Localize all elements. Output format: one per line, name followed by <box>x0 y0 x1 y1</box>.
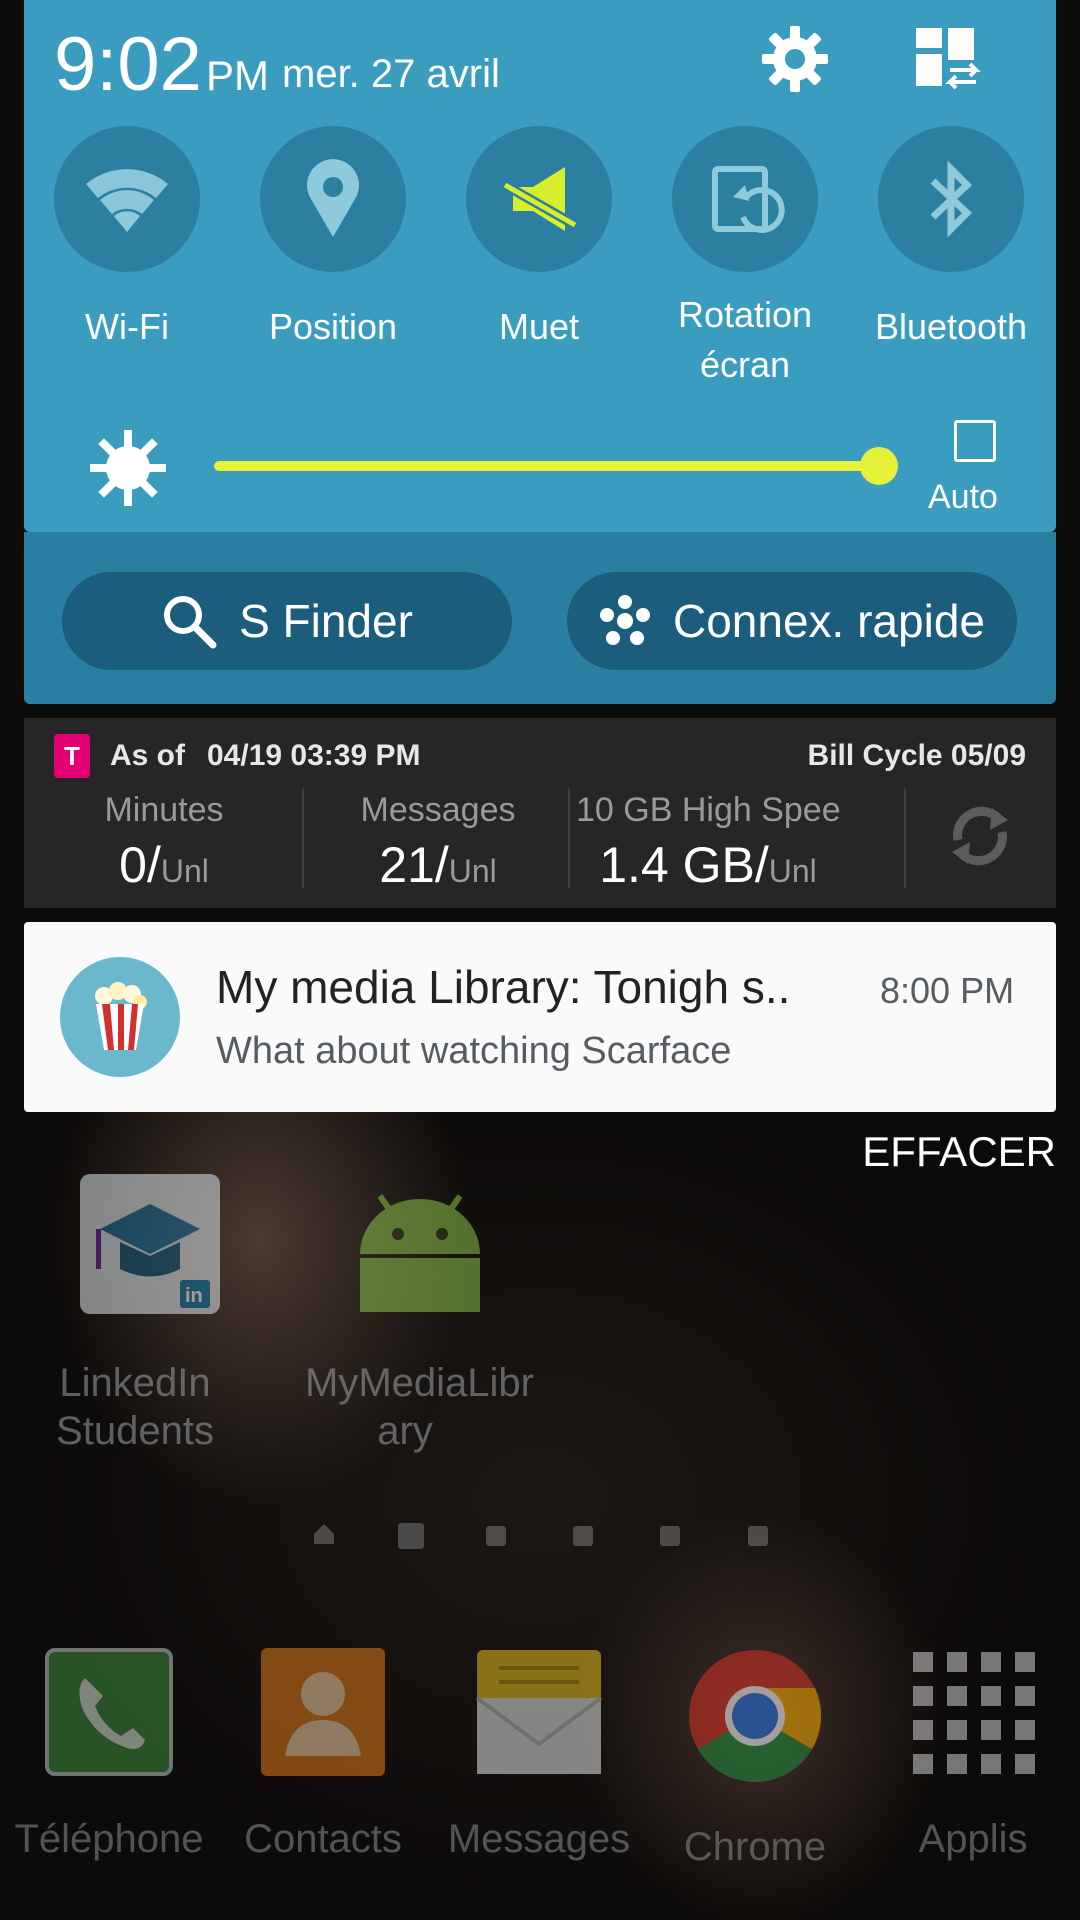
usage-header: T As of 04/19 03:39 PM Bill Cycle 05/09 <box>54 728 1026 784</box>
as-of-label: As of <box>110 739 185 772</box>
page-dot <box>748 1526 768 1546</box>
notification-time: 8:00 PM <box>880 970 1015 1011</box>
dock-messages[interactable]: Messages <box>434 1648 644 1862</box>
as-of-value: 04/19 03:39 PM <box>207 739 421 772</box>
toggle-bluetooth[interactable]: Bluetooth <box>875 126 1027 352</box>
toggle-rotation[interactable]: Rotation écran <box>672 126 818 390</box>
dock-telephone[interactable]: Téléphone <box>4 1648 214 1862</box>
usage-minutes: Minutes 0/Unl <box>32 788 296 904</box>
page-dot <box>573 1526 593 1546</box>
usage-messages: Messages 21/Unl <box>306 788 570 904</box>
dock-label: Applis <box>918 1817 1028 1861</box>
app-mymedialibrary[interactable]: MyMediaLibr ary <box>305 1174 534 1455</box>
toggle-wifi[interactable]: Wi-Fi <box>54 126 200 352</box>
toggle-mute[interactable]: Muet <box>466 126 612 352</box>
usage-widget[interactable]: T As of 04/19 03:39 PM Bill Cycle 05/09 … <box>24 718 1056 908</box>
toggle-label: Wi-Fi <box>85 306 169 347</box>
page-dot <box>660 1526 680 1546</box>
popcorn-icon <box>95 982 147 1050</box>
edit-tiles-icon[interactable] <box>912 24 982 94</box>
toggle-label: Rotation écran <box>645 290 845 390</box>
wifi-icon <box>86 169 168 232</box>
usage-value: 21/ <box>379 837 449 893</box>
notification-app-icon <box>60 957 180 1077</box>
bluetooth-icon <box>930 160 973 238</box>
toggle-label: Muet <box>498 306 580 347</box>
auto-brightness-checkbox[interactable] <box>954 420 996 462</box>
bill-cycle: Bill Cycle 05/09 <box>807 739 1026 772</box>
app-label-line2: ary <box>377 1409 433 1453</box>
usage-value: 1.4 GB/ <box>599 837 769 893</box>
brightness-icon <box>90 430 166 506</box>
usage-label: 10 GB High Spee… <box>576 791 840 829</box>
clear-notifications-button[interactable]: EFFACER <box>862 1128 1056 1176</box>
notification-card[interactable]: My media Library: Tonigh s.. 8:00 PM Wha… <box>24 922 1056 1112</box>
brightness-slider[interactable] <box>214 461 866 471</box>
mute-icon <box>502 167 578 231</box>
quick-connect-label: Connex. rapide <box>673 595 985 647</box>
dock-label: Téléphone <box>14 1817 204 1861</box>
location-pin-icon <box>307 159 359 237</box>
quick-settings-panel: 9:02 PM mer. 27 avril Wi-Fi Position Mue… <box>24 0 1056 532</box>
toggle-label: Bluetooth <box>874 306 1028 347</box>
usage-divider <box>302 788 304 888</box>
auto-brightness-label: Auto <box>928 478 998 516</box>
usage-label: Messages <box>360 791 516 829</box>
linkedin-students-icon: in <box>80 1174 220 1314</box>
usage-divider <box>568 788 570 888</box>
toggle-label-line1: Rotation <box>677 294 813 335</box>
toggle-label-line2: écran <box>699 344 791 385</box>
dock-label: Chrome <box>683 1825 827 1869</box>
home-indicator-icon <box>314 1524 334 1544</box>
tmobile-logo-icon: T <box>54 734 90 778</box>
usage-label: Minutes <box>104 791 224 829</box>
notification-title: My media Library: Tonigh s.. <box>216 961 791 1013</box>
chrome-icon <box>689 1650 822 1782</box>
notification-text: What about watching Scarface <box>216 1030 732 1072</box>
brightness-slider-knob[interactable] <box>860 447 898 485</box>
page-dot <box>398 1523 424 1549</box>
s-finder-label: S Finder <box>239 595 413 647</box>
dock-label: Messages <box>447 1817 631 1861</box>
app-linkedin-students[interactable]: in LinkedIn Students <box>35 1174 235 1455</box>
usage-value: 0/ <box>119 837 161 893</box>
messages-icon <box>475 1650 603 1774</box>
dock-contacts[interactable]: Contacts <box>218 1648 428 1862</box>
screen-rotation-icon <box>712 166 785 233</box>
quick-connect-button[interactable]: Connex. rapide <box>567 572 1017 670</box>
dock-chrome[interactable]: Chrome <box>650 1648 860 1870</box>
usage-unit: Unl <box>768 853 817 889</box>
app-label-line1: MyMediaLibr <box>305 1361 534 1405</box>
apps-grid-icon <box>913 1652 1035 1774</box>
settings-gear-icon[interactable] <box>760 24 830 94</box>
toggle-label: Position <box>268 306 398 347</box>
phone-icon <box>45 1648 173 1776</box>
app-label-line2: Students <box>56 1409 214 1453</box>
usage-data: 10 GB High Spee… 1.4 GB/Unl <box>576 788 840 904</box>
android-icon <box>360 1194 480 1312</box>
usage-unit: Unl <box>160 853 209 889</box>
dock-applis[interactable]: Applis <box>868 1648 1078 1862</box>
svg-text:in: in <box>185 1285 203 1307</box>
page-dot <box>486 1526 506 1546</box>
usage-unit: Unl <box>448 853 497 889</box>
dock-label: Contacts <box>244 1817 402 1861</box>
clock-time: 9:02 <box>54 22 202 107</box>
refresh-icon[interactable] <box>944 800 1016 872</box>
contacts-icon <box>261 1648 385 1776</box>
app-label-line1: LinkedIn <box>59 1361 211 1405</box>
clock-ampm: PM <box>206 52 269 99</box>
usage-divider <box>904 788 906 888</box>
status-date[interactable]: mer. 27 avril <box>282 52 500 97</box>
s-finder-button[interactable]: S Finder <box>62 572 512 670</box>
search-icon <box>164 596 217 649</box>
quick-connect-icon <box>600 595 650 645</box>
toggle-position[interactable]: Position <box>260 126 406 352</box>
